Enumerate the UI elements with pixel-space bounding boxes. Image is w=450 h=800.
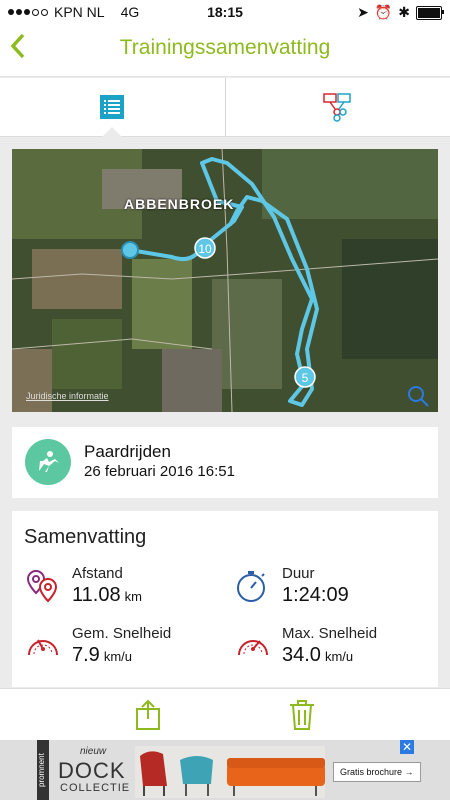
activity-card[interactable]: Paardrijden 26 februari 2016 16:51 [12,427,438,498]
tab-compare[interactable] [226,78,450,136]
activity-name: Paardrijden [84,442,171,461]
ad-furniture-image [135,746,325,798]
bluetooth-icon: ✱ [398,4,410,20]
stat-duration: Duur 1:24:09 [234,565,434,617]
ad-banner[interactable]: promnent nieuw DOCK COLLECTIE Gratis bro… [0,740,450,800]
compare-icon [323,93,351,122]
bottom-toolbar [0,688,450,741]
legal-link[interactable]: Juridische informatie [26,391,109,401]
location-arrow-icon: ➤ [357,4,369,20]
active-tab-caret [102,127,123,137]
stat-max-speed-value: 34.0 km/u [282,644,354,666]
ad-title: DOCK [58,758,126,783]
ad-cta-button[interactable]: Gratis brochure → [333,762,421,782]
magnifier-icon[interactable] [406,384,430,408]
route-marker-5-label: 5 [302,371,309,385]
stat-avg-speed-label: Gem. Snelheid [72,625,172,642]
status-bar: KPN NL 4G 18:15 ➤ ⏰ ✱ [0,0,450,24]
stat-distance-value: 11.08 km [72,584,142,606]
trash-icon[interactable] [288,699,316,731]
close-icon[interactable]: ✕ [400,740,414,754]
satellite-map: 10 5 [12,149,438,412]
stat-avg-speed-value: 7.9 km/u [72,644,132,666]
alarm-icon: ⏰ [374,4,393,20]
summary-card: Samenvatting Afstand 11.08 km Duur 1:24:0… [12,511,438,687]
stat-avg-speed: Gem. Snelheid 7.9 km/u [24,625,224,677]
ad-tagline: nieuw [80,746,107,757]
speedometer-icon [238,640,268,656]
navigation-bar: Trainingssamenvatting [0,24,450,77]
ad-brand: promnent [37,740,49,800]
activity-date: 26 februari 2016 16:51 [84,463,235,480]
stopwatch-icon [237,571,265,602]
battery-icon [416,5,444,20]
share-icon[interactable] [134,699,162,731]
tab-summary[interactable] [0,78,226,137]
view-tabs [0,78,450,137]
horse-riding-icon [25,439,71,485]
route-map[interactable]: 10 5 ABBENBROEK Juridische informatie [12,149,438,412]
stat-max-speed-label: Max. Snelheid [282,625,378,642]
ad-subtitle: COLLECTIE [60,782,131,794]
distance-pin-icon [26,569,58,603]
route-marker-10-label: 10 [198,242,212,256]
map-place-label: ABBENBROEK [124,196,235,212]
speedometer-icon [28,639,58,656]
stat-duration-value: 1:24:09 [282,584,349,606]
summary-heading: Samenvatting [24,526,147,548]
page-title: Trainingssamenvatting [119,36,331,59]
list-icon [100,95,125,119]
route-start-marker [121,241,139,259]
stat-distance: Afstand 11.08 km [24,565,224,617]
stat-max-speed: Max. Snelheid 34.0 km/u [234,625,434,677]
stat-duration-label: Duur [282,565,315,582]
stat-distance-label: Afstand [72,565,123,582]
